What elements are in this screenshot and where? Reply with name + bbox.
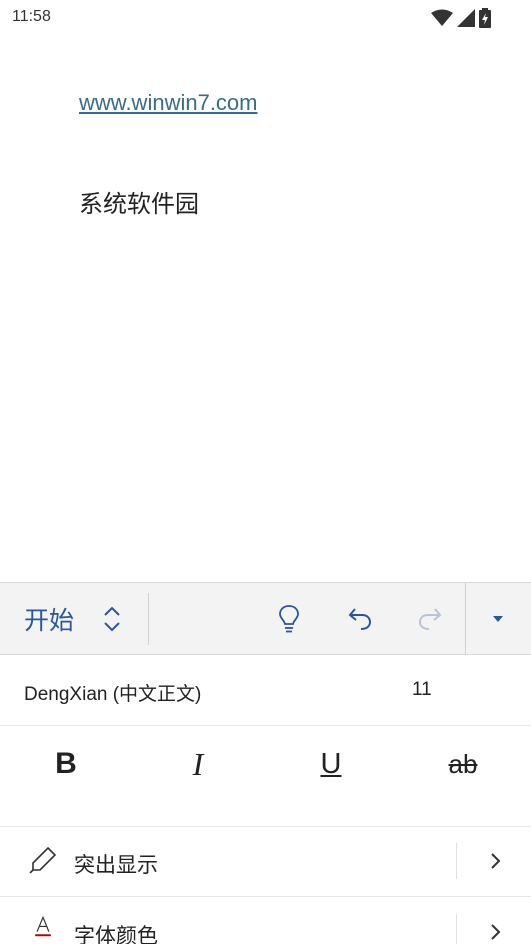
font-name-dropdown[interactable]: DengXian (中文正文) <box>24 679 201 706</box>
redo-button[interactable] <box>412 601 448 637</box>
highlighter-icon <box>29 846 57 874</box>
redo-icon <box>418 608 442 630</box>
status-icons <box>431 8 491 28</box>
document-body-text[interactable]: 系统软件园 <box>79 184 199 219</box>
lightbulb-icon <box>279 605 299 633</box>
font-selector-row: DengXian (中文正文) 11 <box>0 655 531 726</box>
ideas-button[interactable] <box>271 601 307 637</box>
ribbon-divider <box>465 583 466 655</box>
highlight-label: 突出显示 <box>74 853 158 877</box>
italic-button[interactable]: I <box>168 742 228 786</box>
font-color-icon <box>35 916 51 937</box>
chevron-up-down-icon <box>104 606 120 632</box>
bold-button[interactable]: B <box>36 742 96 786</box>
cell-signal-icon <box>457 9 475 27</box>
chevron-right-icon[interactable] <box>486 849 506 873</box>
document-hyperlink[interactable]: www.winwin7.com <box>79 90 258 116</box>
status-bar: 11:58 <box>0 0 531 36</box>
font-color-label: 字体颜色 <box>74 924 158 944</box>
status-time: 11:58 <box>12 8 51 25</box>
text-format-row: B I U ab <box>0 726 531 827</box>
document-canvas[interactable]: www.winwin7.com 系统软件园 <box>0 36 531 582</box>
font-size-dropdown[interactable]: 11 <box>412 679 432 701</box>
strikethrough-button[interactable]: ab <box>433 742 493 786</box>
dropdown-caret-icon <box>493 616 503 622</box>
highlight-row[interactable]: 突出显示 <box>0 827 531 897</box>
battery-icon <box>479 8 491 28</box>
wifi-icon <box>431 9 453 26</box>
ribbon-tab-label: 开始 <box>24 606 75 635</box>
chevron-right-icon[interactable] <box>486 920 506 944</box>
undo-icon <box>348 608 372 630</box>
underline-button[interactable]: U <box>301 742 361 786</box>
ribbon-divider <box>148 593 149 645</box>
font-color-row[interactable]: 字体颜色 <box>0 898 531 944</box>
expand-ribbon-button[interactable] <box>480 601 516 637</box>
ribbon-tab-selector[interactable]: 开始 <box>0 583 148 655</box>
undo-button[interactable] <box>342 601 378 637</box>
ribbon-toolbar: 开始 <box>0 582 531 655</box>
row-divider <box>456 843 457 879</box>
row-divider <box>456 914 457 944</box>
